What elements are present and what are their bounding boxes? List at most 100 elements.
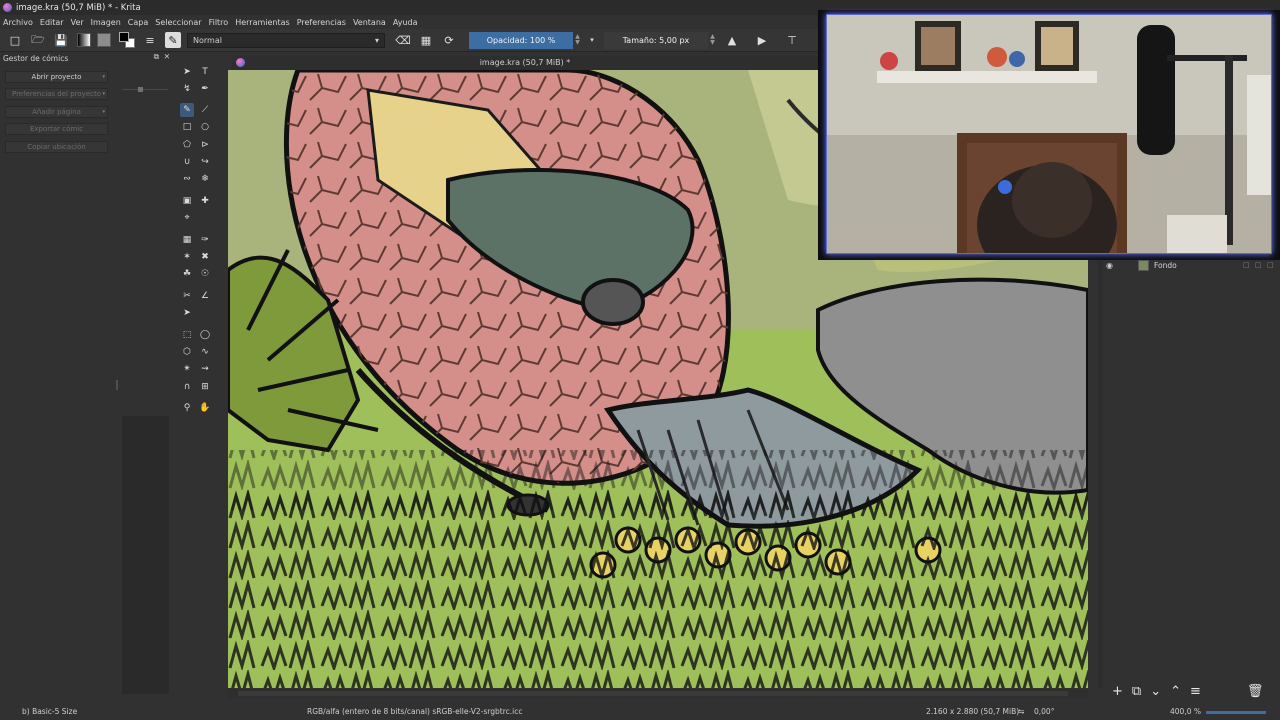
dynamic-brush-icon[interactable]: ∾ (180, 172, 194, 186)
eye-icon[interactable]: ◉ (1106, 261, 1118, 270)
magnetic-select-icon[interactable]: ⊞ (198, 380, 212, 394)
freehand-path-icon[interactable]: ↪ (198, 155, 212, 169)
brush-preset-icon[interactable]: ✎ (165, 32, 181, 48)
chevron-down-icon[interactable]: ▾ (584, 32, 600, 48)
new-document-icon[interactable]: □ (7, 32, 23, 48)
rect-select-icon[interactable]: ⬚ (180, 328, 194, 342)
select-shapes-icon[interactable]: ➤ (180, 65, 194, 79)
rotation-status[interactable]: 0,00° (1034, 707, 1054, 716)
pattern-icon[interactable] (97, 33, 111, 47)
transform-icon[interactable]: ▣ (180, 194, 194, 208)
preserve-alpha-icon[interactable]: ▦ (418, 32, 434, 48)
polyline-icon[interactable]: ⊳ (198, 138, 212, 152)
bezier-icon[interactable]: ∪ (180, 155, 194, 169)
duplicate-layer-icon[interactable]: ⧉ (1132, 684, 1141, 699)
smart-patch-icon[interactable]: ✖ (198, 250, 212, 264)
menu-filtro[interactable]: Filtro (209, 18, 229, 27)
fill-enclose-icon[interactable]: ☉ (198, 267, 212, 281)
line-icon[interactable]: ⟋ (198, 103, 212, 117)
chevron-down-icon: ▾ (102, 109, 105, 115)
dock-splitter-handle[interactable] (116, 380, 118, 390)
rectangle-icon[interactable]: □ (180, 120, 194, 134)
calligraphy-icon[interactable]: ✒ (198, 82, 212, 96)
ellipse-select-icon[interactable]: ◯ (198, 328, 212, 342)
chevron-down-icon: ▾ (102, 74, 105, 80)
page-size-slider[interactable] (122, 87, 168, 92)
mirror-horizontal-icon[interactable]: ▲ (724, 32, 740, 48)
crop-icon[interactable]: ⌖ (180, 211, 194, 225)
menu-capa[interactable]: Capa (128, 18, 148, 27)
similar-select-icon[interactable]: ⇝ (198, 362, 212, 376)
color-picker-icon[interactable]: ✑ (198, 233, 212, 247)
layer-properties-icon[interactable]: ≡ (1190, 684, 1201, 699)
assistant-icon[interactable]: ✂ (180, 289, 194, 303)
project-preferences-button[interactable]: Preferencias del proyecto ▾ (5, 88, 108, 100)
menu-imagen[interactable]: Imagen (91, 18, 121, 27)
zoom-status[interactable]: 400,0 % (1170, 707, 1201, 716)
edit-shapes-icon[interactable]: ↯ (180, 82, 194, 96)
add-layer-icon[interactable]: + (1112, 684, 1123, 699)
inherit-alpha-icon[interactable]: □ (1267, 261, 1275, 269)
menu-herramientas[interactable]: Herramientas (235, 18, 290, 27)
size-slider[interactable]: Tamaño: 5,00 px (604, 31, 708, 49)
open-project-button[interactable]: Abrir proyecto ▾ (5, 71, 108, 83)
size-spinner[interactable]: ▲ ▼ (708, 32, 717, 49)
polygon-icon[interactable]: ⬠ (180, 138, 194, 152)
bezier-select-icon[interactable]: ∩ (180, 380, 194, 394)
pan-icon[interactable]: ✋ (198, 401, 212, 415)
scrollbar-thumb[interactable] (238, 691, 1068, 696)
ellipse-icon[interactable]: ○ (198, 120, 212, 134)
text-icon[interactable]: T (198, 65, 212, 79)
mirror-vertical-icon[interactable]: ▶ (754, 32, 770, 48)
fg-bg-color-icon[interactable] (119, 32, 135, 48)
save-icon[interactable]: 💾 (53, 32, 69, 48)
document-title: image.kra (50,7 MiB) * (479, 58, 571, 67)
freehand-select-icon[interactable]: ∿ (198, 345, 212, 359)
add-page-button[interactable]: Añadir página ▾ (5, 106, 108, 118)
document-tab[interactable]: image.kra (50,7 MiB) * (232, 56, 818, 70)
alpha-lock-icon[interactable]: □ (1255, 261, 1263, 269)
foreground-color-swatch[interactable] (119, 32, 129, 42)
copy-location-button[interactable]: Copiar ubicación (5, 141, 108, 153)
chevron-down-icon[interactable]: ⌄ (1150, 684, 1161, 699)
zoom-slider[interactable] (1206, 711, 1266, 714)
reference-icon[interactable]: ➤ (180, 306, 194, 320)
gradient-tool-icon[interactable]: ▦ (180, 233, 194, 247)
wrap-icon[interactable]: ⊤ (784, 32, 800, 48)
reload-preset-icon[interactable]: ⟳ (441, 32, 457, 48)
horizontal-scrollbar[interactable] (228, 689, 1088, 698)
menu-archivo[interactable]: Archivo (3, 18, 33, 27)
menu-seleccionar[interactable]: Seleccionar (155, 18, 201, 27)
chevron-up-icon[interactable]: ⌃ (1170, 684, 1181, 699)
layer-row[interactable]: ◉ Fondo □ □ □ (1103, 258, 1280, 272)
menu-preferencias[interactable]: Preferencias (297, 18, 346, 27)
export-comic-button[interactable]: Exportar cómic (5, 123, 108, 135)
trash-icon[interactable]: 🗑 (1247, 684, 1264, 699)
opacity-slider[interactable]: Opacidad: 100 % (469, 31, 573, 49)
move-icon[interactable]: ✚ (198, 194, 212, 208)
eraser-icon[interactable]: ⌫ (395, 32, 411, 48)
fill-icon[interactable]: ☘ (180, 267, 194, 281)
colorize-mask-icon[interactable]: ✶ (180, 250, 194, 264)
opacity-spinner[interactable]: ▲ ▼ (573, 32, 582, 49)
open-document-icon[interactable]: 🗁 (30, 32, 46, 48)
zoom-icon[interactable]: ⚲ (180, 401, 194, 415)
polygon-select-icon[interactable]: ⬡ (180, 345, 194, 359)
layers-docker (1103, 258, 1280, 700)
float-docker-icon[interactable]: ⧉ (154, 52, 159, 62)
blend-mode-select[interactable]: Normal ▾ (187, 32, 385, 48)
contiguous-select-icon[interactable]: ✴ (180, 362, 194, 376)
measure-icon[interactable]: ∠ (198, 289, 212, 303)
slider-handle[interactable] (138, 87, 143, 92)
menu-ventana[interactable]: Ventana (353, 18, 386, 27)
brush-settings-icon[interactable]: ≡ (142, 32, 158, 48)
lock-icon[interactable]: □ (1243, 261, 1251, 269)
menu-editar[interactable]: Editar (40, 18, 64, 27)
gradient-icon[interactable] (77, 33, 91, 47)
rotate-icon[interactable]: ⇋ (1018, 707, 1024, 716)
freehand-brush-icon[interactable]: ✎ (180, 103, 194, 117)
multibrush-icon[interactable]: ❄ (198, 172, 212, 186)
close-icon[interactable]: ✕ (164, 52, 170, 61)
menu-ayuda[interactable]: Ayuda (393, 18, 418, 27)
menu-ver[interactable]: Ver (71, 18, 84, 27)
